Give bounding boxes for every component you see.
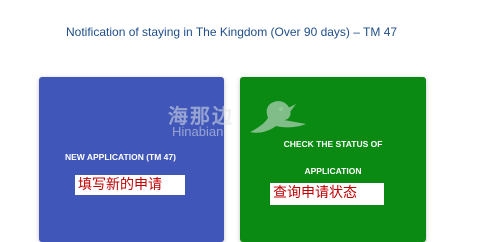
check-status-label-line1: CHECK THE STATUS OF	[283, 139, 383, 149]
page: Notification of staying in The Kingdom (…	[0, 0, 486, 242]
check-status-button[interactable]: CHECK THE STATUS OF APPLICATION 查询申请状态	[240, 77, 426, 242]
page-title: Notification of staying in The Kingdom (…	[66, 25, 398, 39]
new-application-annotation: 填写新的申请	[75, 175, 185, 195]
check-status-annotation: 查询申请状态	[270, 183, 384, 205]
new-application-button[interactable]: NEW APPLICATION (TM 47) 填写新的申请	[39, 77, 224, 242]
new-application-label: NEW APPLICATION (TM 47)	[65, 152, 176, 162]
check-status-label-line2: APPLICATION	[304, 166, 362, 176]
